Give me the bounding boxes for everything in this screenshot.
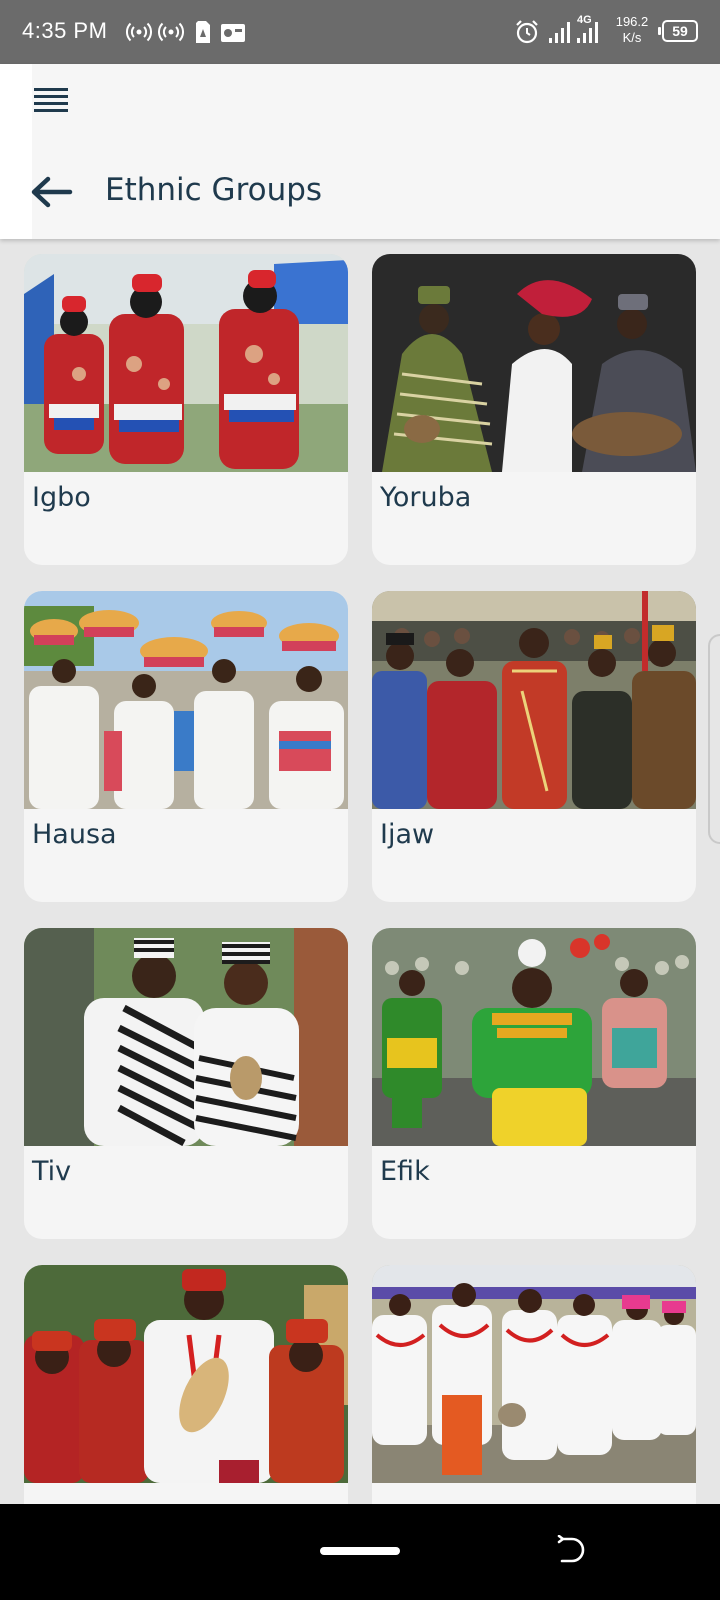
group-name: Yoruba	[380, 482, 472, 513]
header-panel	[32, 64, 720, 239]
group-name: Hausa	[32, 819, 117, 850]
net-speed-value: 196.2	[615, 14, 649, 29]
group-photo-image	[24, 591, 348, 809]
net-speed: 196.2 K/s	[610, 14, 654, 46]
edge-panel-handle[interactable]	[708, 634, 720, 844]
group-photo	[372, 591, 696, 809]
screen: 4:35 PM 4G 196.2 K/s 59 Ethnic Groups Ig…	[0, 0, 720, 1600]
network-type-label: 4G	[577, 14, 592, 26]
group-name: Efik	[380, 1156, 430, 1187]
menu-lines-icon[interactable]	[34, 86, 70, 114]
group-photo-image	[372, 928, 696, 1146]
home-gesture-bar[interactable]	[320, 1547, 400, 1555]
group-name: Ijaw	[380, 819, 435, 850]
hotspot-icon	[158, 22, 184, 42]
group-card-ijaw[interactable]: Ijaw	[372, 591, 696, 902]
signal-icon	[549, 22, 570, 43]
group-photo	[372, 1265, 696, 1483]
app-header	[0, 64, 720, 239]
group-photo	[372, 928, 696, 1146]
group-card-igbo[interactable]: Igbo	[24, 254, 348, 565]
group-card-yoruba[interactable]: Yoruba	[372, 254, 696, 565]
status-time: 4:35 PM	[22, 18, 108, 43]
page-title: Ethnic Groups	[105, 172, 323, 208]
group-photo	[24, 928, 348, 1146]
status-bar: 4:35 PM 4G 196.2 K/s 59	[0, 0, 720, 64]
net-speed-unit: K/s	[622, 30, 642, 45]
group-photo	[24, 591, 348, 809]
group-card-efik[interactable]: Efik	[372, 928, 696, 1239]
group-card-hausa[interactable]: Hausa	[24, 591, 348, 902]
group-photo	[24, 1265, 348, 1483]
group-name: Igbo	[32, 482, 91, 513]
group-photo-image	[24, 254, 348, 472]
hotspot-icon	[126, 22, 152, 42]
group-photo-image	[24, 928, 348, 1146]
arrow-left-icon[interactable]	[28, 172, 76, 212]
group-photo-image	[372, 254, 696, 472]
group-photo-image	[372, 591, 696, 809]
group-card-tiv[interactable]: Tiv	[24, 928, 348, 1239]
battery-level: 59	[672, 23, 688, 39]
battery-icon: 59	[658, 20, 698, 42]
group-photo	[24, 254, 348, 472]
alarm-icon	[516, 20, 538, 44]
group-photo-image	[24, 1265, 348, 1483]
sim-download-icon	[196, 21, 210, 43]
radio-icon	[221, 24, 245, 42]
group-name: Tiv	[32, 1156, 72, 1187]
group-photo	[372, 254, 696, 472]
group-photo-image	[372, 1265, 696, 1483]
back-gesture-icon[interactable]	[556, 1535, 586, 1565]
